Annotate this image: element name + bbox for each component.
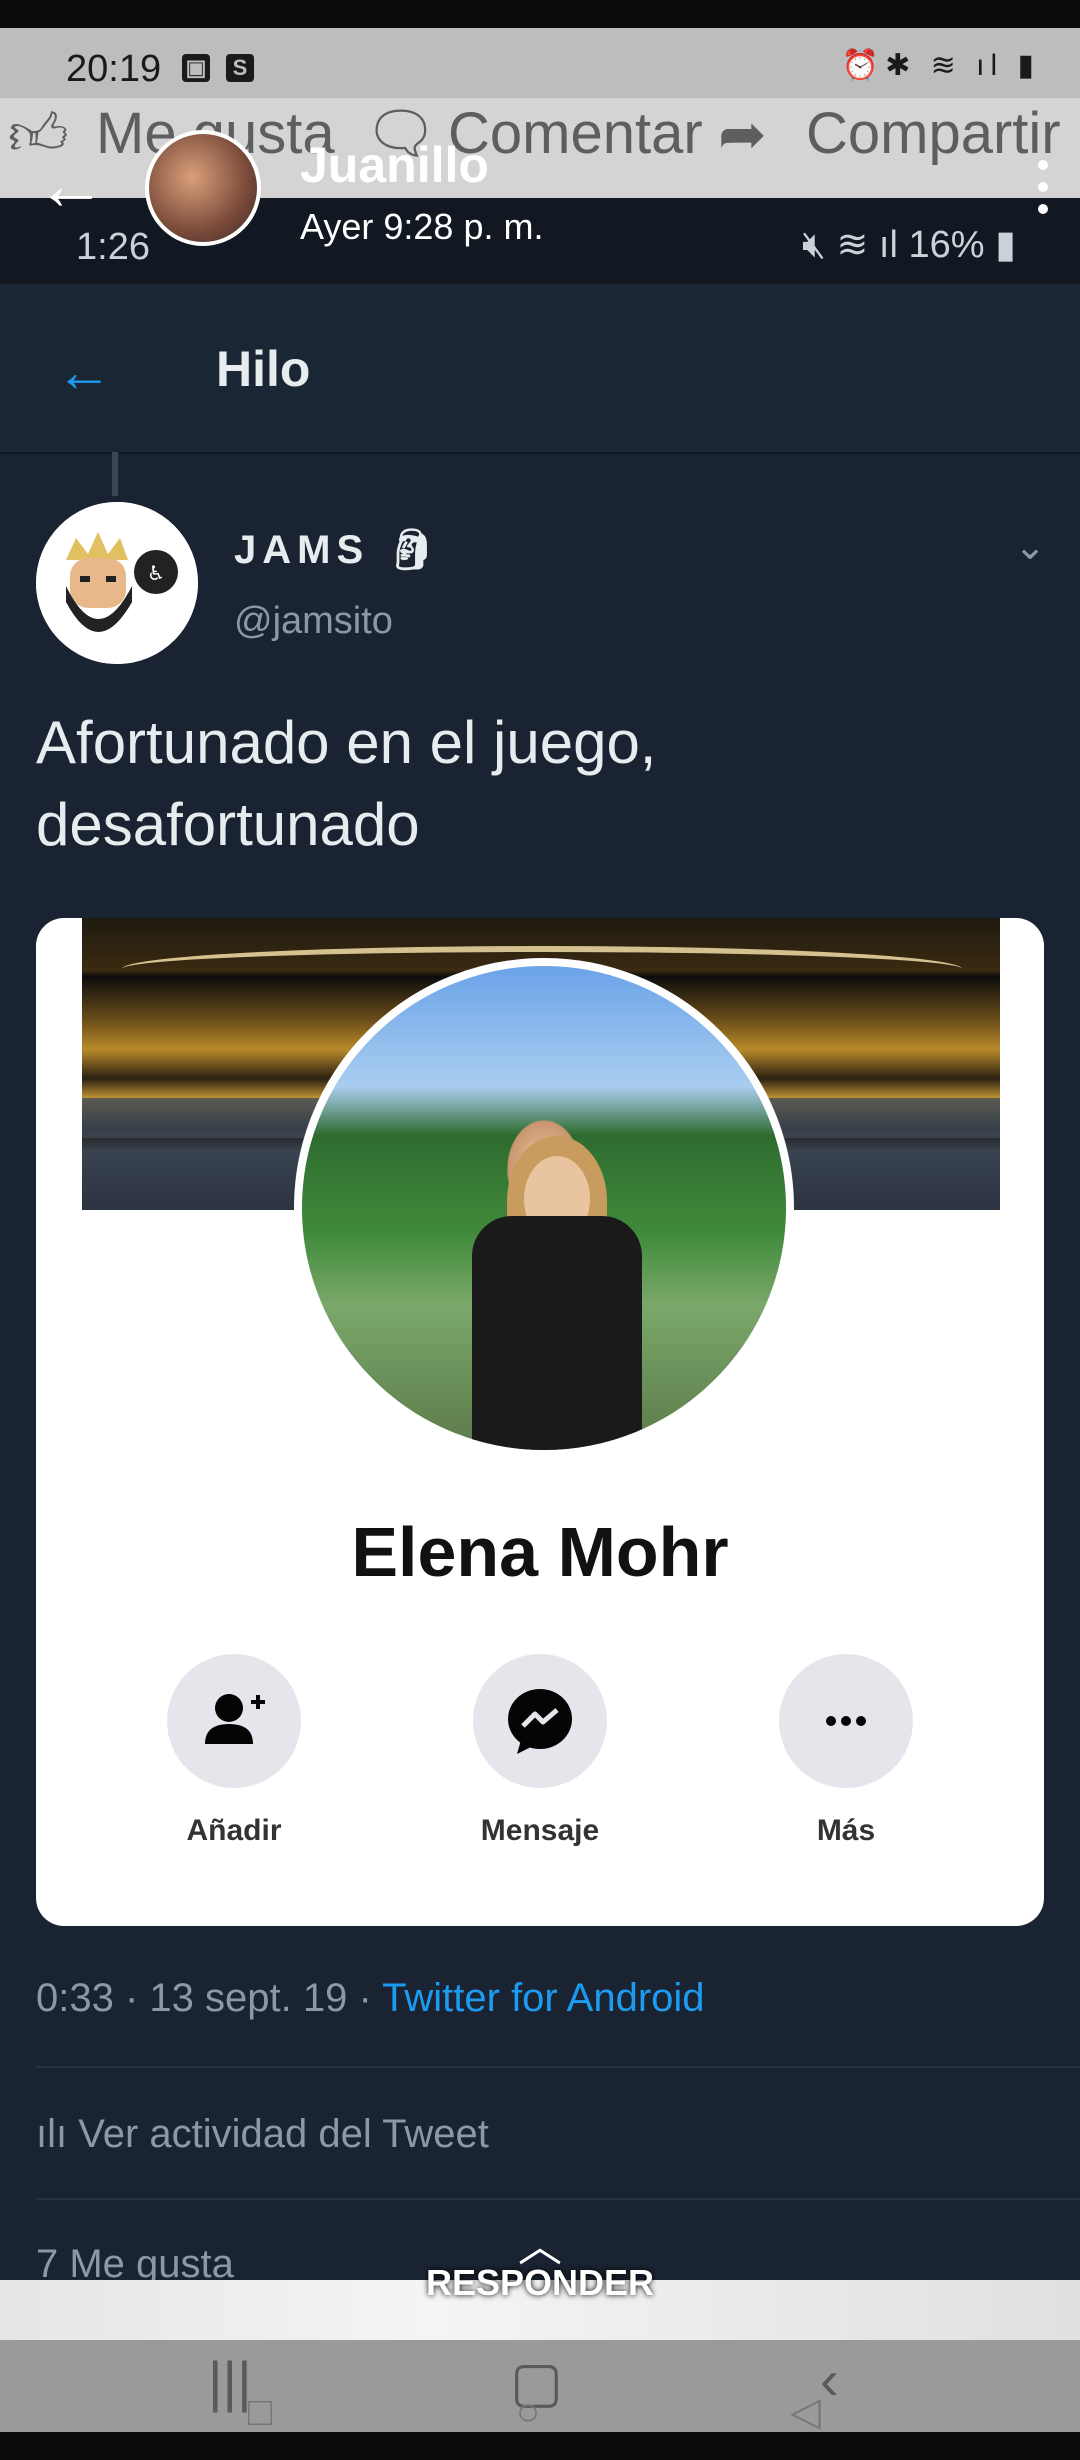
- mute-icon: 🔇︎: [801, 224, 826, 266]
- tweet-author-handle[interactable]: @jamsito: [234, 600, 393, 643]
- add-friend-icon: [205, 1694, 265, 1744]
- thread-connector: [112, 452, 118, 496]
- author-name-text: JAMS: [234, 528, 370, 572]
- activity-label: Ver actividad del Tweet: [78, 2112, 489, 2156]
- s-icon: S: [226, 54, 254, 82]
- more-icon: [826, 1716, 866, 1726]
- message-label: Mensaje: [480, 1814, 600, 1847]
- tweet-author-avatar[interactable]: ♿︎: [36, 502, 198, 664]
- reply-button[interactable]: RESPONDER: [0, 2262, 1080, 2304]
- viewer-sender-name: Juanillo: [300, 137, 489, 193]
- photo-body: [472, 1216, 642, 1450]
- profile-name: Elena Mohr: [351, 1513, 729, 1591]
- outer-status-bar: 20:19 ▣ S ⏰✱ ≋ ıl ▮: [0, 28, 1080, 98]
- svg-text:♿︎: ♿︎: [147, 561, 165, 585]
- tweet-source-link[interactable]: Twitter for Android: [382, 1976, 704, 2020]
- outer-clock: 20:19: [66, 48, 162, 90]
- bearded-king-icon: ♿︎: [36, 502, 198, 664]
- image-icon: ▣: [182, 54, 210, 82]
- share-icon: ➦: [718, 102, 767, 167]
- viewer-avatar[interactable]: [145, 130, 261, 246]
- divider: [36, 2066, 1080, 2068]
- message-button[interactable]: [473, 1654, 607, 1788]
- divider: [36, 2198, 1080, 2200]
- signal-icon: ıl: [878, 224, 898, 266]
- tweet-meta: 0:33 · 13 sept. 19 · Twitter for Android: [36, 1976, 705, 2021]
- tweet-activity-link[interactable]: ılı Ver actividad del Tweet: [36, 2112, 489, 2157]
- profile-photo: [294, 958, 794, 1458]
- viewer-timestamp: Ayer 9:28 p. m.: [300, 206, 544, 247]
- tweet-status-right: 🔇︎ ≋ ıl 16% ▮: [802, 222, 1016, 267]
- more-label: Más: [816, 1814, 876, 1847]
- moai-icon: 🗿︎: [386, 528, 444, 572]
- battery-percent: 16%: [908, 224, 985, 266]
- status-icons: ⏰✱ ≋ ıl ▮: [841, 49, 1040, 82]
- add-friend-button[interactable]: [167, 1654, 301, 1788]
- back-icon[interactable]: ‹: [820, 2352, 839, 2408]
- more-options-icon[interactable]: [1038, 160, 1050, 226]
- tweet-date: 0:33 · 13 sept. 19 ·: [36, 1976, 383, 2020]
- navigation-bar: ||| ▢ ‹ □ ○ ◁: [0, 2340, 1080, 2432]
- circle-icon[interactable]: ○: [516, 2392, 540, 2432]
- top-edge: [0, 0, 1080, 28]
- add-friend-label: Añadir: [186, 1814, 282, 1847]
- viewer-back-button[interactable]: ←: [36, 150, 106, 220]
- thread-header: ← Hilo: [0, 284, 1080, 454]
- recents-icon[interactable]: |||: [208, 2354, 252, 2410]
- messenger-icon: [508, 1689, 572, 1754]
- more-button[interactable]: [779, 1654, 913, 1788]
- thread-back-icon[interactable]: ←: [56, 344, 112, 400]
- triangle-back-icon[interactable]: ◁: [790, 2392, 821, 2432]
- battery-icon: ▮: [995, 224, 1016, 266]
- bottom-edge: [0, 2432, 1080, 2460]
- tweet-author-name[interactable]: JAMS 🗿︎: [234, 526, 443, 573]
- bar-chart-icon: ılı: [36, 2112, 68, 2156]
- tweet-text: Afortunado en el juego, desafortunado: [36, 709, 657, 858]
- embedded-image-card[interactable]: Elena Mohr Añadir Mensaje Más: [36, 918, 1044, 1926]
- tweet-clock: 1:26: [76, 226, 150, 268]
- square-icon[interactable]: □: [248, 2392, 272, 2432]
- wifi-icon: ≋: [836, 224, 869, 266]
- page-title: Hilo: [216, 341, 311, 397]
- share-label: Compartir: [806, 101, 1061, 166]
- chevron-down-icon[interactable]: ⌄: [1014, 524, 1046, 569]
